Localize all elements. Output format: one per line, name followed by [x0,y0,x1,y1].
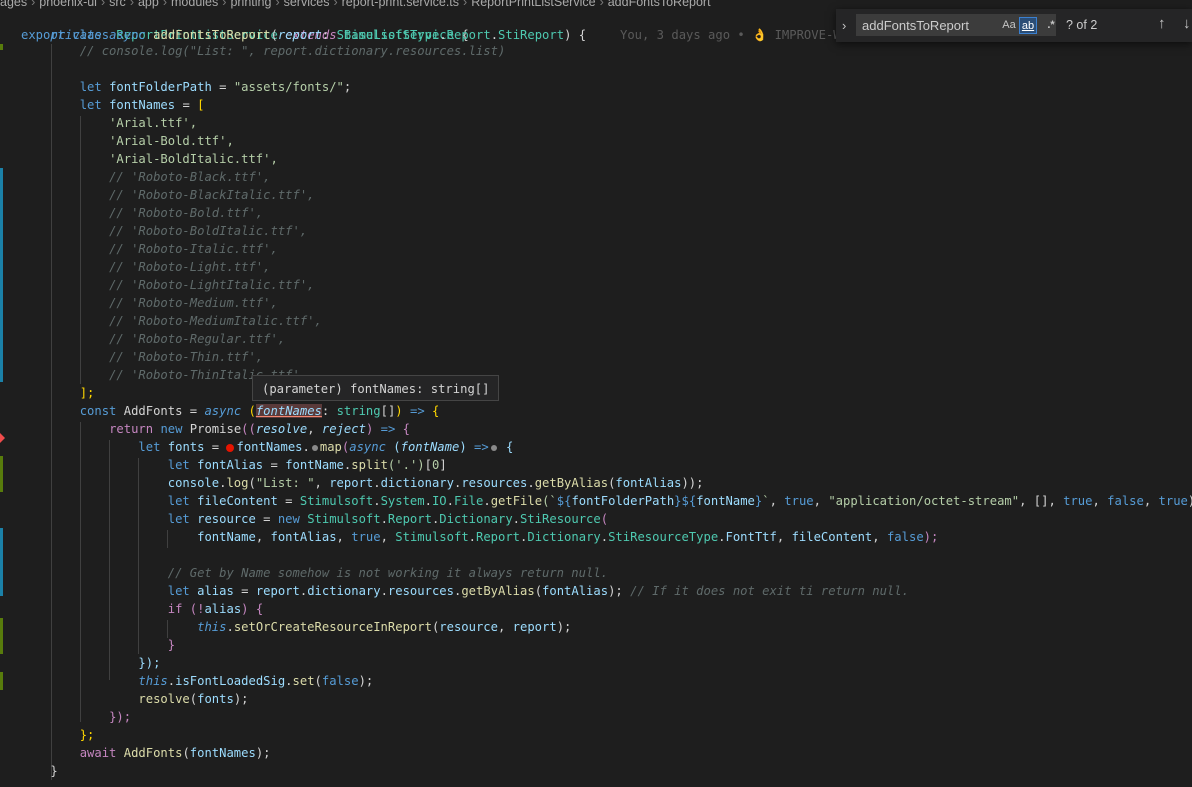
code-line: this.setOrCreateResourceInReport(resourc… [197,620,572,634]
code-line: let fileContent = Stimulsoft.System.IO.F… [167,494,1192,508]
next-match-arrow-icon[interactable]: ↓ [1183,15,1191,32]
code-line: const AddFonts = async (fontNames: strin… [79,404,440,418]
code-line: ]; [79,386,95,400]
code-line: 'Arial-Bold.ttf', [109,134,234,148]
code-line: // 'Roboto-Black.ttf', [109,170,271,184]
code-line: // 'Roboto-Medium.ttf', [109,296,278,310]
code-line: // 'Roboto-Thin.ttf', [109,350,264,364]
code-line: // 'Roboto-MediumItalic.ttf', [109,314,322,328]
code-line: let fonts = fontNames. map(async (fontNam… [138,440,514,454]
code-line: let fontAlias = fontName.split('.')[0] [167,458,447,472]
code-line: // 'Roboto-Bold.ttf', [109,206,264,220]
code-line: if (!alias) { [167,602,264,616]
breakpoint-dot-icon[interactable] [226,443,235,452]
code-line: let resource = new Stimulsoft.Report.Dic… [167,512,609,526]
code-editor[interactable]: export class ReportPrintListService exte… [0,0,1192,787]
match-case-toggle[interactable]: Aa [1000,17,1018,34]
code-line: }; [79,728,95,742]
code-line: 'Arial.ttf', [109,116,198,130]
code-line: // Get by Name somehow is not working it… [167,566,608,580]
code-line: // 'Roboto-Italic.ttf', [109,242,278,256]
code-line: let fontFolderPath = "assets/fonts/"; [79,80,352,94]
code-line: let fontNames = [ [79,98,205,112]
code-line: return new Promise((resolve, reject) => … [109,422,411,436]
code-line: this.isFontLoadedSig.set(false); [138,674,374,688]
previous-match-arrow-icon[interactable]: ↑ [1158,15,1166,32]
code-line: // 'Roboto-LightItalic.ttf', [109,278,315,292]
code-line: } [167,638,176,652]
find-match-count: ? of 2 [1066,18,1098,32]
code-line: // 'Roboto-Regular.ttf', [109,332,286,346]
code-line: // 'Roboto-BoldItalic.ttf', [109,224,308,238]
code-line: let alias = report.dictionary.resources.… [167,584,909,598]
code-line: console.log("List: ", report.dictionary.… [167,476,704,490]
toggle-replace-chevron-icon[interactable]: › [842,18,846,33]
code-line: resolve(fonts); [138,692,249,706]
code-line: // 'Roboto-ThinItalic.ttf', [109,368,308,382]
code-line: 'Arial-BoldItalic.ttf', [109,152,278,166]
match-whole-word-toggle[interactable]: ab [1019,17,1037,34]
code-line: }); [109,710,132,724]
code-line: // 'Roboto-BlackItalic.ttf', [109,188,315,202]
find-widget: › Aa ab .* ? of 2 ↑ ↓ [836,9,1192,42]
inline-breakpoint-icon[interactable] [311,444,318,451]
code-line: }); [138,656,161,670]
code-line: fontName, fontAlias, true, Stimulsoft.Re… [197,530,939,544]
code-line: // console.log("List: ", report.dictiona… [79,44,506,58]
code-line: await AddFonts(fontNames); [79,746,271,760]
inline-breakpoint-icon[interactable] [490,444,497,451]
code-line: // 'Roboto-Light.ttf', [109,260,271,274]
code-line: } [50,764,58,778]
hover-tooltip: (parameter) fontNames: string[] [252,375,500,401]
highlighted-symbol[interactable]: fontNames [255,404,322,418]
use-regex-toggle[interactable]: .* [1042,17,1060,34]
